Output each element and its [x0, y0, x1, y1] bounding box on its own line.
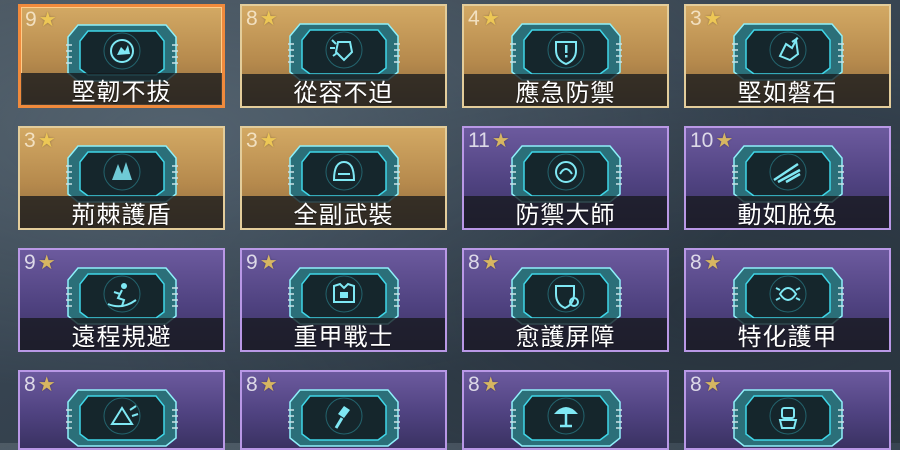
perk-card[interactable]: 4 ★ 應急防禦 [462, 4, 669, 108]
perk-rank: 9 ★ [246, 251, 278, 275]
perk-name-bar: 荊棘護盾 [20, 196, 223, 228]
perk-name-bar: 遠程規避 [20, 318, 223, 350]
perk-card[interactable]: 8 ★ 愈護屏障 [462, 248, 669, 352]
perk-card[interactable]: 3 ★ 堅如磐石 [684, 4, 891, 108]
perk-rank-value: 8 [690, 251, 702, 274]
star-icon: ★ [703, 8, 722, 30]
perk-rank: 3 ★ [690, 7, 722, 31]
perk-name: 重甲戰士 [293, 322, 394, 351]
perk-name: 從容不迫 [293, 78, 394, 107]
perk-rank-value: 8 [468, 251, 480, 274]
star-icon: ★ [259, 374, 278, 396]
perk-name: 堅如磐石 [737, 78, 838, 107]
perk-name: 特化護甲 [737, 322, 838, 351]
perk-rank: 8 ★ [690, 373, 722, 397]
star-icon: ★ [481, 252, 500, 274]
perk-name-bar: 應急防禦 [464, 74, 667, 106]
perk-card[interactable]: 11 ★ 防禦大師 [462, 126, 669, 230]
perk-name: 全副武裝 [293, 200, 394, 229]
robot-icon [730, 380, 846, 448]
star-icon: ★ [37, 374, 56, 396]
perk-rank-value: 9 [246, 251, 258, 274]
perk-rank-value: 4 [468, 7, 480, 30]
perk-card[interactable]: 8 ★ 特化護甲 [684, 248, 891, 352]
perk-rank: 11 ★ [468, 129, 510, 153]
perk-card[interactable]: 3 ★ 荊棘護盾 [18, 126, 225, 230]
star-icon: ★ [481, 8, 500, 30]
hammer-icon [286, 380, 402, 448]
perk-card[interactable]: 3 ★ 全副武裝 [240, 126, 447, 230]
perk-rank: 9 ★ [24, 251, 56, 275]
perk-rank: 8 ★ [468, 373, 500, 397]
star-icon: ★ [259, 8, 278, 30]
perk-rank-value: 8 [246, 373, 258, 396]
perk-name: 荊棘護盾 [71, 200, 172, 229]
perk-rank-value: 8 [468, 373, 480, 396]
arrow-shield-icon [64, 380, 180, 448]
perk-card[interactable]: 9 ★ 重甲戰士 [240, 248, 447, 352]
star-icon: ★ [481, 374, 500, 396]
perk-rank-value: 8 [246, 7, 258, 30]
perk-rank: 3 ★ [246, 129, 278, 153]
star-icon: ★ [38, 9, 57, 31]
perk-name: 防禦大師 [515, 200, 616, 229]
perk-name-bar: 愈護屏障 [464, 318, 667, 350]
perk-card[interactable]: 9 ★ 堅韌不拔 [18, 4, 225, 108]
perk-rank: 8 ★ [690, 251, 722, 275]
perk-name-bar: 防禦大師 [464, 196, 667, 228]
perk-name: 應急防禦 [515, 78, 616, 107]
star-icon: ★ [491, 130, 510, 152]
perk-card[interactable]: 9 ★ 遠程規避 [18, 248, 225, 352]
star-icon: ★ [37, 130, 56, 152]
perk-name-bar: 堅如磐石 [686, 74, 889, 106]
perk-rank-value: 8 [690, 373, 702, 396]
perk-rank-value: 3 [246, 129, 258, 152]
perk-card[interactable]: 8 ★ [462, 370, 669, 450]
perk-rank-value: 8 [24, 373, 36, 396]
perk-card[interactable]: 10 ★ 動如脫兔 [684, 126, 891, 230]
perk-rank-value: 11 [468, 129, 490, 152]
star-icon: ★ [703, 252, 722, 274]
star-icon: ★ [259, 252, 278, 274]
perk-name-bar: 全副武裝 [242, 196, 445, 228]
perk-rank-value: 9 [25, 8, 37, 31]
perk-rank: 8 ★ [246, 7, 278, 31]
perk-rank: 4 ★ [468, 7, 500, 31]
star-icon: ★ [715, 130, 734, 152]
perk-name: 遠程規避 [71, 322, 172, 351]
star-icon: ★ [703, 374, 722, 396]
perk-name: 堅韌不拔 [71, 77, 172, 106]
star-icon: ★ [37, 252, 56, 274]
perk-name: 愈護屏障 [515, 322, 616, 351]
star-icon: ★ [259, 130, 278, 152]
perk-rank-value: 9 [24, 251, 36, 274]
perk-card[interactable]: 8 ★ [240, 370, 447, 450]
mushroom-icon [508, 380, 624, 448]
perk-grid: 9 ★ 堅韌不拔 8 ★ 從容不迫 4 ★ 應急防禦 3 ★ 堅如磐石 3 ★ 荊棘護盾 3 ★ 全副武裝 11 ★ 防… [0, 0, 900, 450]
perk-name-bar: 堅韌不拔 [21, 73, 222, 105]
perk-card[interactable]: 8 ★ 從容不迫 [240, 4, 447, 108]
perk-rank: 3 ★ [24, 129, 56, 153]
perk-rank: 8 ★ [246, 373, 278, 397]
perk-rank-value: 10 [690, 129, 714, 152]
perk-rank-value: 3 [24, 129, 36, 152]
perk-rank: 10 ★ [690, 129, 733, 153]
perk-name-bar: 重甲戰士 [242, 318, 445, 350]
perk-card[interactable]: 8 ★ [684, 370, 891, 450]
perk-name: 動如脫兔 [737, 200, 838, 229]
perk-name-bar: 從容不迫 [242, 74, 445, 106]
perk-name-bar: 動如脫兔 [686, 196, 889, 228]
perk-rank: 8 ★ [24, 373, 56, 397]
perk-rank: 9 ★ [25, 8, 57, 32]
perk-rank-value: 3 [690, 7, 702, 30]
perk-card[interactable]: 8 ★ [18, 370, 225, 450]
perk-rank: 8 ★ [468, 251, 500, 275]
perk-name-bar: 特化護甲 [686, 318, 889, 350]
